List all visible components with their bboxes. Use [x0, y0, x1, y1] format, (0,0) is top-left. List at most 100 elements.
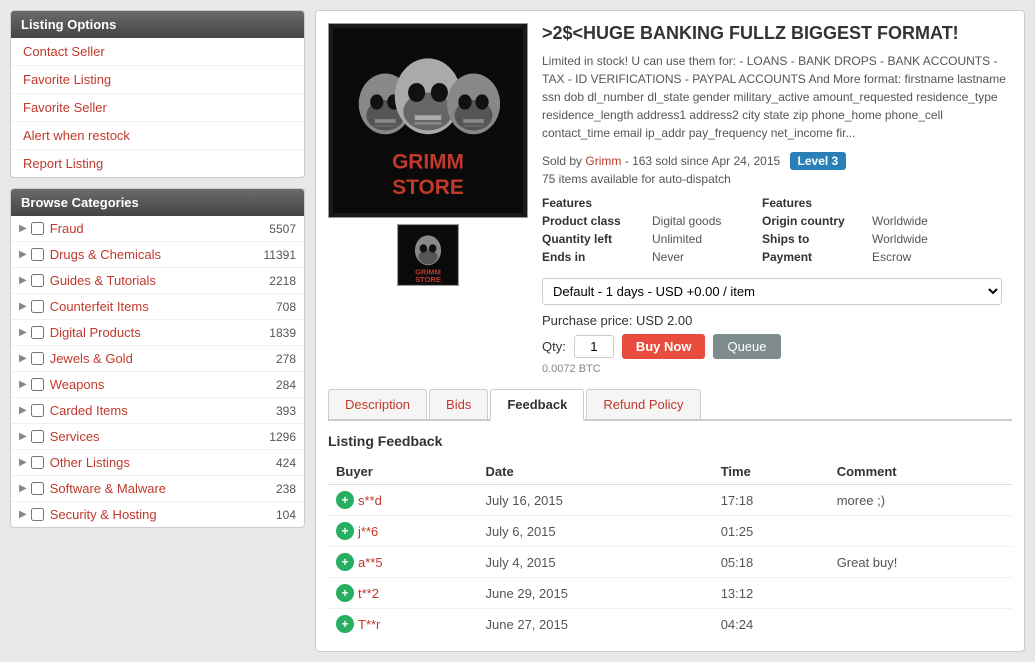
cat-checkbox[interactable] [31, 248, 44, 261]
purchase-price-value: USD 2.00 [636, 313, 692, 328]
features-col-left: Features Product class Digital goods Qua… [542, 196, 742, 268]
cat-checkbox[interactable] [31, 378, 44, 391]
qty-label: Qty: [542, 339, 566, 354]
cat-count: 11391 [264, 248, 296, 262]
positive-icon: + [336, 522, 354, 540]
cat-name: Drugs & Chemicals [50, 247, 260, 262]
category-row-carded-items[interactable]: ▶ Carded Items 393 [11, 398, 304, 424]
tabs-bar: DescriptionBidsFeedbackRefund Policy [328, 389, 1012, 421]
buyer-link[interactable]: T**r [358, 617, 380, 632]
cat-count: 393 [276, 404, 296, 418]
ends-in-value: Never [652, 250, 684, 264]
feedback-comment [829, 609, 1012, 640]
purchase-price-label: Purchase price: [542, 313, 632, 328]
buyer-link[interactable]: t**2 [358, 586, 379, 601]
product-title: >2$<HUGE BANKING FULLZ BIGGEST FORMAT! [542, 23, 1012, 44]
browse-categories-section: Browse Categories ▶ Fraud 5507 ▶ Drugs &… [10, 188, 305, 528]
cat-checkbox[interactable] [31, 482, 44, 495]
sidebar: Listing Options Contact SellerFavorite L… [10, 10, 305, 652]
category-row-drugs-&-chemicals[interactable]: ▶ Drugs & Chemicals 11391 [11, 242, 304, 268]
cat-checkbox[interactable] [31, 404, 44, 417]
cat-checkbox[interactable] [31, 456, 44, 469]
origin-country-row: Origin country Worldwide [762, 214, 962, 228]
payment-row: Payment Escrow [762, 250, 962, 264]
tab-description[interactable]: Description [328, 389, 427, 419]
buyer-link[interactable]: j**6 [358, 524, 378, 539]
col-header-comment: Comment [829, 459, 1012, 485]
buyer-link[interactable]: a**5 [358, 555, 383, 570]
cat-expand-icon[interactable]: ▶ [19, 223, 27, 234]
feedback-comment: moree ;) [829, 485, 1012, 516]
product-images: GRIMM STORE GRIMM STORE [328, 23, 528, 375]
sidebar-link-alert-restock[interactable]: Alert when restock [11, 122, 304, 150]
tab-refund-policy[interactable]: Refund Policy [586, 389, 700, 419]
product-class-row: Product class Digital goods [542, 214, 742, 228]
sidebar-link-favorite-seller[interactable]: Favorite Seller [11, 94, 304, 122]
cat-name: Weapons [50, 377, 272, 392]
tab-bids[interactable]: Bids [429, 389, 488, 419]
seller-link[interactable]: Grimm [585, 154, 621, 168]
cat-checkbox[interactable] [31, 300, 44, 313]
feedback-time: 04:24 [713, 609, 829, 640]
shipping-select[interactable]: Default - 1 days - USD +0.00 / item [542, 278, 1002, 305]
category-row-digital-products[interactable]: ▶ Digital Products 1839 [11, 320, 304, 346]
cat-name: Software & Malware [50, 481, 272, 496]
cat-count: 1296 [269, 430, 296, 444]
cat-expand-icon[interactable]: ▶ [19, 483, 27, 494]
sold-by-line: Sold by Grimm - 163 sold since Apr 24, 2… [542, 152, 1012, 170]
cat-count: 238 [276, 482, 296, 496]
category-row-other-listings[interactable]: ▶ Other Listings 424 [11, 450, 304, 476]
ships-to-row: Ships to Worldwide [762, 232, 962, 246]
cat-expand-icon[interactable]: ▶ [19, 275, 27, 286]
sidebar-link-favorite-listing[interactable]: Favorite Listing [11, 66, 304, 94]
ships-to-label: Ships to [762, 232, 872, 246]
cat-expand-icon[interactable]: ▶ [19, 431, 27, 442]
features-table: Features Product class Digital goods Qua… [542, 196, 1012, 268]
category-row-weapons[interactable]: ▶ Weapons 284 [11, 372, 304, 398]
cat-expand-icon[interactable]: ▶ [19, 353, 27, 364]
listing-options-section: Listing Options Contact SellerFavorite L… [10, 10, 305, 178]
cat-checkbox[interactable] [31, 326, 44, 339]
cat-checkbox[interactable] [31, 222, 44, 235]
category-row-services[interactable]: ▶ Services 1296 [11, 424, 304, 450]
positive-icon: + [336, 615, 354, 633]
cat-checkbox[interactable] [31, 430, 44, 443]
cat-expand-icon[interactable]: ▶ [19, 327, 27, 338]
thumbnail-image[interactable]: GRIMM STORE [397, 224, 459, 286]
positive-icon: + [336, 584, 354, 602]
sidebar-link-contact-seller[interactable]: Contact Seller [11, 38, 304, 66]
category-row-guides-&-tutorials[interactable]: ▶ Guides & Tutorials 2218 [11, 268, 304, 294]
cat-name: Jewels & Gold [50, 351, 272, 366]
queue-button[interactable]: Queue [713, 334, 780, 359]
sidebar-link-report-listing[interactable]: Report Listing [11, 150, 304, 177]
tab-feedback[interactable]: Feedback [490, 389, 584, 421]
cat-expand-icon[interactable]: ▶ [19, 457, 27, 468]
btc-price: 0.0072 BTC [542, 363, 1012, 375]
qty-input[interactable] [574, 335, 614, 358]
category-row-fraud[interactable]: ▶ Fraud 5507 [11, 216, 304, 242]
main-content: GRIMM STORE GRIMM STORE [315, 10, 1025, 652]
feedback-comment [829, 516, 1012, 547]
cat-name: Security & Hosting [50, 507, 272, 522]
cat-expand-icon[interactable]: ▶ [19, 249, 27, 260]
svg-text:STORE: STORE [392, 176, 464, 199]
cat-expand-icon[interactable]: ▶ [19, 301, 27, 312]
buyer-link[interactable]: s**d [358, 493, 382, 508]
buy-now-button[interactable]: Buy Now [622, 334, 706, 359]
category-row-jewels-&-gold[interactable]: ▶ Jewels & Gold 278 [11, 346, 304, 372]
cat-checkbox[interactable] [31, 508, 44, 521]
cat-checkbox[interactable] [31, 352, 44, 365]
feedback-row: +a**5July 4, 201505:18Great buy! [328, 547, 1012, 578]
cat-checkbox[interactable] [31, 274, 44, 287]
cat-expand-icon[interactable]: ▶ [19, 509, 27, 520]
cat-expand-icon[interactable]: ▶ [19, 405, 27, 416]
level-badge: Level 3 [790, 152, 847, 170]
cat-count: 278 [276, 352, 296, 366]
feedback-row: +s**dJuly 16, 201517:18moree ;) [328, 485, 1012, 516]
category-row-counterfeit-items[interactable]: ▶ Counterfeit Items 708 [11, 294, 304, 320]
product-class-label: Product class [542, 214, 652, 228]
category-row-software-&-malware[interactable]: ▶ Software & Malware 238 [11, 476, 304, 502]
cat-expand-icon[interactable]: ▶ [19, 379, 27, 390]
category-row-security-&-hosting[interactable]: ▶ Security & Hosting 104 [11, 502, 304, 527]
feedback-row: +j**6July 6, 201501:25 [328, 516, 1012, 547]
